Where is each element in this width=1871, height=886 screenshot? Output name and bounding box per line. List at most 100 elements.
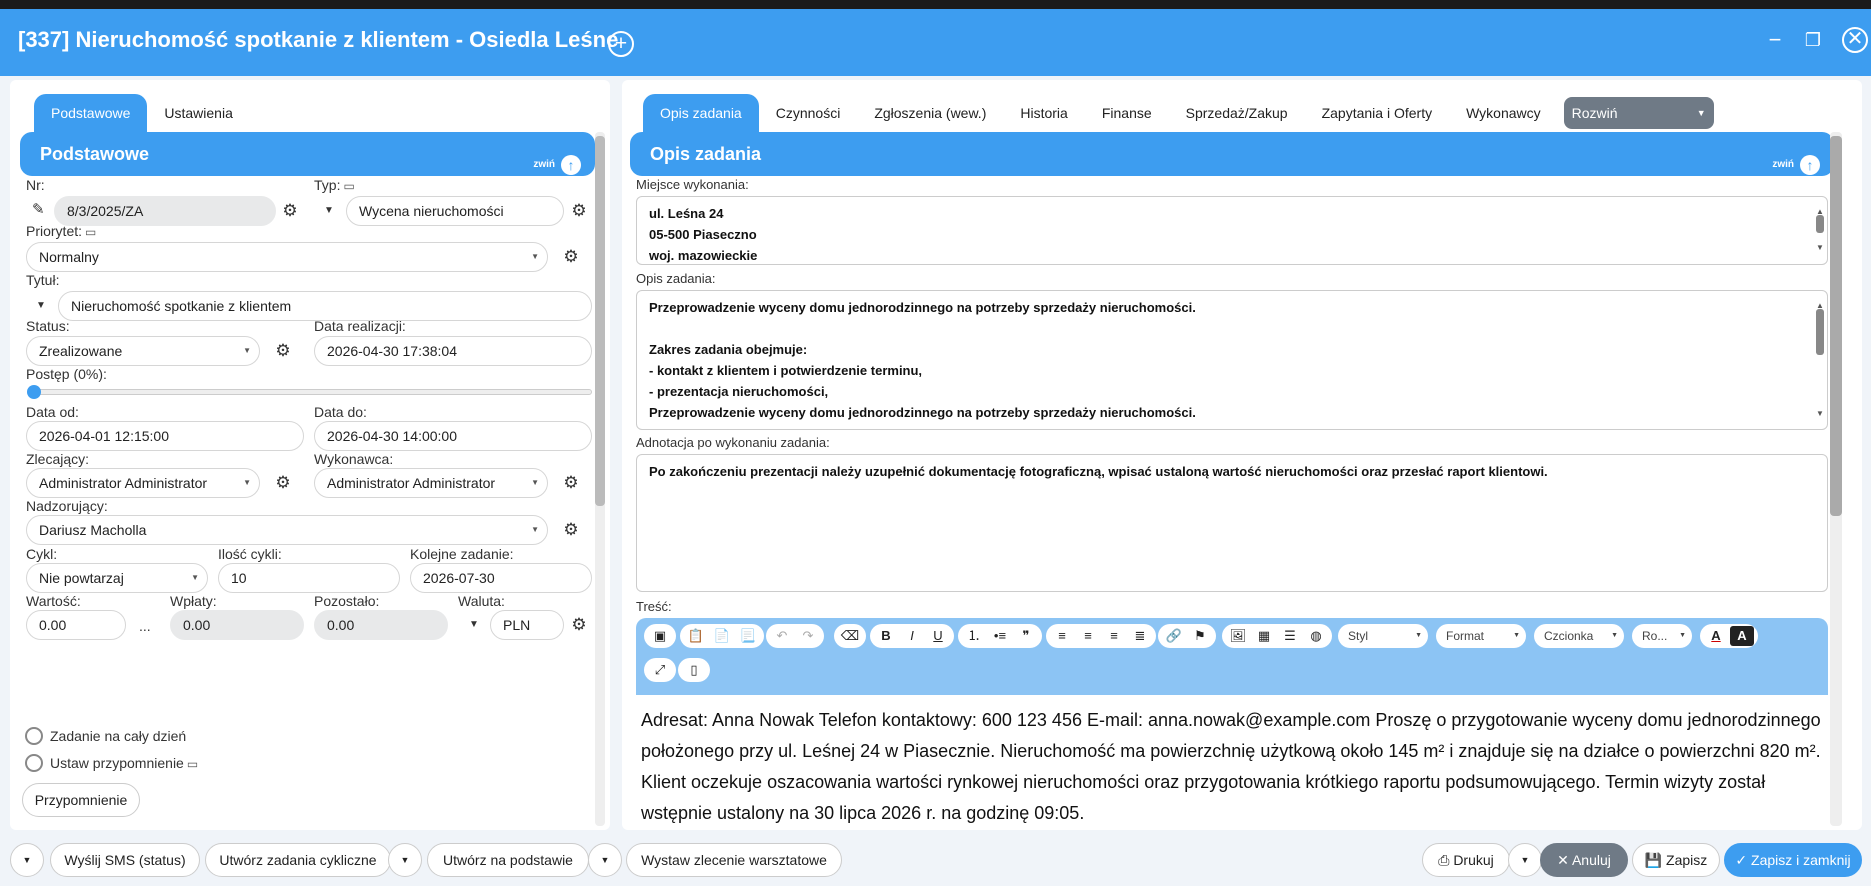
paste-icon[interactable]: 📋 (684, 626, 708, 646)
font-select[interactable]: Czcionka ▼ (1534, 624, 1624, 648)
cykl-select[interactable]: Nie powtarzaj ▼ (26, 563, 208, 593)
waluta-settings-gear-icon[interactable]: ⚙ (570, 616, 588, 634)
numbered-list-icon[interactable]: ⒈ (962, 626, 986, 646)
remove-format-icon[interactable]: ⌫ (838, 626, 862, 646)
bullet-list-icon[interactable]: •≡ (988, 626, 1012, 646)
miejsce-scrollbar[interactable]: ▲ ▼ (1816, 201, 1824, 261)
wartosc-more-button[interactable]: ... (139, 618, 151, 634)
nr-field[interactable]: 8/3/2025/ZA (54, 196, 276, 226)
zlecajacy-select[interactable]: Administrator Administrator ▼ (26, 468, 260, 498)
nadzorujacy-settings-gear-icon[interactable]: ⚙ (562, 521, 580, 539)
wykonawca-settings-gear-icon[interactable]: ⚙ (562, 474, 580, 492)
tab-opis-zadania[interactable]: Opis zadania (643, 94, 759, 132)
opis-textarea[interactable]: Przeprowadzenie wyceny domu jednorodzinn… (636, 290, 1828, 430)
tytul-field[interactable]: Nieruchomość spotkanie z klientem (58, 291, 592, 321)
tab-czynnosci[interactable]: Czynności (759, 94, 858, 132)
collapse-toggle[interactable]: zwiń ↑ (1772, 143, 1820, 187)
paste-text-icon[interactable]: 📄 (710, 626, 734, 646)
send-sms-button[interactable]: Wyślij SMS (status) (50, 843, 200, 877)
style-select[interactable]: Styl ▼ (1338, 624, 1428, 648)
editor-body[interactable]: Adresat: Anna Nowak Telefon kontaktowy: … (636, 695, 1828, 830)
underline-icon[interactable]: U (926, 626, 950, 646)
status-select[interactable]: Zrealizowane ▼ (26, 336, 260, 366)
italic-icon[interactable]: I (900, 626, 924, 646)
kolejne-zadanie-field[interactable]: 2026-07-30 (410, 563, 592, 593)
pencil-icon[interactable]: ✎ (32, 200, 45, 218)
left-scrollbar-thumb[interactable] (595, 136, 605, 506)
tab-zgloszenia[interactable]: Zgłoszenia (wew.) (857, 94, 1003, 132)
postep-slider-track[interactable] (30, 389, 592, 395)
scroll-down-icon[interactable]: ▼ (1816, 403, 1824, 424)
postep-slider-knob[interactable] (27, 385, 41, 399)
status-settings-gear-icon[interactable]: ⚙ (274, 342, 292, 360)
format-select[interactable]: Format ▼ (1436, 624, 1526, 648)
typ-caret-icon[interactable]: ▼ (324, 205, 334, 216)
priorytet-settings-gear-icon[interactable]: ⚙ (562, 248, 580, 266)
nr-settings-gear-icon[interactable]: ⚙ (281, 202, 299, 220)
tab-finanse[interactable]: Finanse (1085, 94, 1169, 132)
link-icon[interactable]: 🔗 (1162, 626, 1186, 646)
iframe-globe-icon[interactable]: ◍ (1304, 626, 1328, 646)
tytul-caret-icon[interactable]: ▼ (36, 300, 46, 311)
anchor-flag-icon[interactable]: ⚑ (1188, 626, 1212, 646)
tab-ustawienia[interactable]: Ustawienia (147, 94, 249, 132)
collapse-toggle[interactable]: zwiń ↑ (533, 143, 581, 187)
tab-historia[interactable]: Historia (1003, 94, 1084, 132)
scroll-thumb[interactable] (1816, 215, 1824, 233)
create-cyclic-dropdown[interactable]: ▼ (388, 843, 422, 877)
right-scrollbar-thumb[interactable] (1830, 136, 1842, 516)
ilosc-cykli-field[interactable]: 10 (218, 563, 400, 593)
create-based-dropdown[interactable]: ▼ (588, 843, 622, 877)
create-cyclic-button[interactable]: Utwórz zadania cykliczne (205, 843, 391, 877)
more-actions-dropdown[interactable]: ▼ (10, 843, 44, 877)
align-left-icon[interactable]: ≡ (1050, 626, 1074, 646)
print-button[interactable]: ⎙ Drukuj (1422, 843, 1510, 877)
tab-podstawowe[interactable]: Podstawowe (34, 94, 148, 132)
cancel-button[interactable]: ✕ Anuluj (1540, 843, 1628, 877)
workshop-order-button[interactable]: Wystaw zlecenie warsztatowe (626, 843, 842, 877)
waluta-caret-icon[interactable]: ▼ (469, 619, 479, 630)
wykonawca-select[interactable]: Administrator Administrator ▼ (314, 468, 548, 498)
size-select[interactable]: Ro... ▼ (1632, 624, 1692, 648)
zlecajacy-settings-gear-icon[interactable]: ⚙ (274, 474, 292, 492)
redo-icon[interactable]: ↷ (796, 626, 820, 646)
paste-word-icon[interactable]: 📃 (736, 626, 760, 646)
expand-tabs-dropdown[interactable]: Rozwiń ▼ (1563, 97, 1714, 129)
minimize-icon[interactable]: − (1762, 27, 1788, 53)
bg-color-icon[interactable]: A (1730, 626, 1754, 646)
add-icon[interactable]: + (608, 31, 634, 57)
save-close-button[interactable]: ✓ Zapisz i zamknij (1724, 843, 1862, 877)
typ-settings-gear-icon[interactable]: ⚙ (570, 202, 588, 220)
bold-icon[interactable]: B (874, 626, 898, 646)
przypomnienie-checkbox[interactable] (25, 754, 43, 772)
show-blocks-icon[interactable]: ▯ (682, 660, 706, 680)
align-right-icon[interactable]: ≡ (1102, 626, 1126, 646)
close-icon[interactable]: ✕ (1842, 27, 1868, 53)
align-center-icon[interactable]: ≡ (1076, 626, 1100, 646)
data-realizacji-field[interactable]: 2026-04-30 17:38:04 (314, 336, 592, 366)
scroll-thumb[interactable] (1816, 309, 1824, 355)
print-dropdown[interactable]: ▼ (1508, 843, 1542, 877)
wartosc-field[interactable]: 0.00 (26, 610, 126, 640)
undo-icon[interactable]: ↶ (770, 626, 794, 646)
tab-sprzedaz-zakup[interactable]: Sprzedaż/Zakup (1169, 94, 1305, 132)
przypomnienie-button[interactable]: Przypomnienie (22, 783, 140, 817)
opis-scrollbar[interactable]: ▲ ▼ (1816, 295, 1824, 423)
table-icon[interactable]: ▦ (1252, 626, 1276, 646)
data-do-field[interactable]: 2026-04-30 14:00:00 (314, 421, 592, 451)
scroll-down-icon[interactable]: ▼ (1816, 237, 1824, 258)
caly-dzien-checkbox[interactable] (25, 727, 43, 745)
maximize-icon[interactable]: ⤢ (648, 660, 672, 680)
adnotacja-textarea[interactable]: Po zakończeniu prezentacji należy uzupeł… (636, 454, 1828, 592)
nadzorujacy-select[interactable]: Dariusz Macholla ▼ (26, 515, 548, 545)
data-od-field[interactable]: 2026-04-01 12:15:00 (26, 421, 304, 451)
miejsce-textarea[interactable]: ul. Leśna 24 05-500 Piaseczno woj. mazow… (636, 196, 1828, 265)
tab-wykonawcy[interactable]: Wykonawcy (1449, 94, 1558, 132)
text-color-icon[interactable]: A (1704, 626, 1728, 646)
priorytet-select[interactable]: Normalny ▼ (26, 242, 548, 272)
blockquote-icon[interactable]: ❞ (1014, 626, 1038, 646)
waluta-field[interactable]: PLN (490, 610, 564, 640)
horizontal-line-icon[interactable]: ☰ (1278, 626, 1302, 646)
tab-zapytania-oferty[interactable]: Zapytania i Oferty (1305, 94, 1450, 132)
align-justify-icon[interactable]: ≣ (1128, 626, 1152, 646)
